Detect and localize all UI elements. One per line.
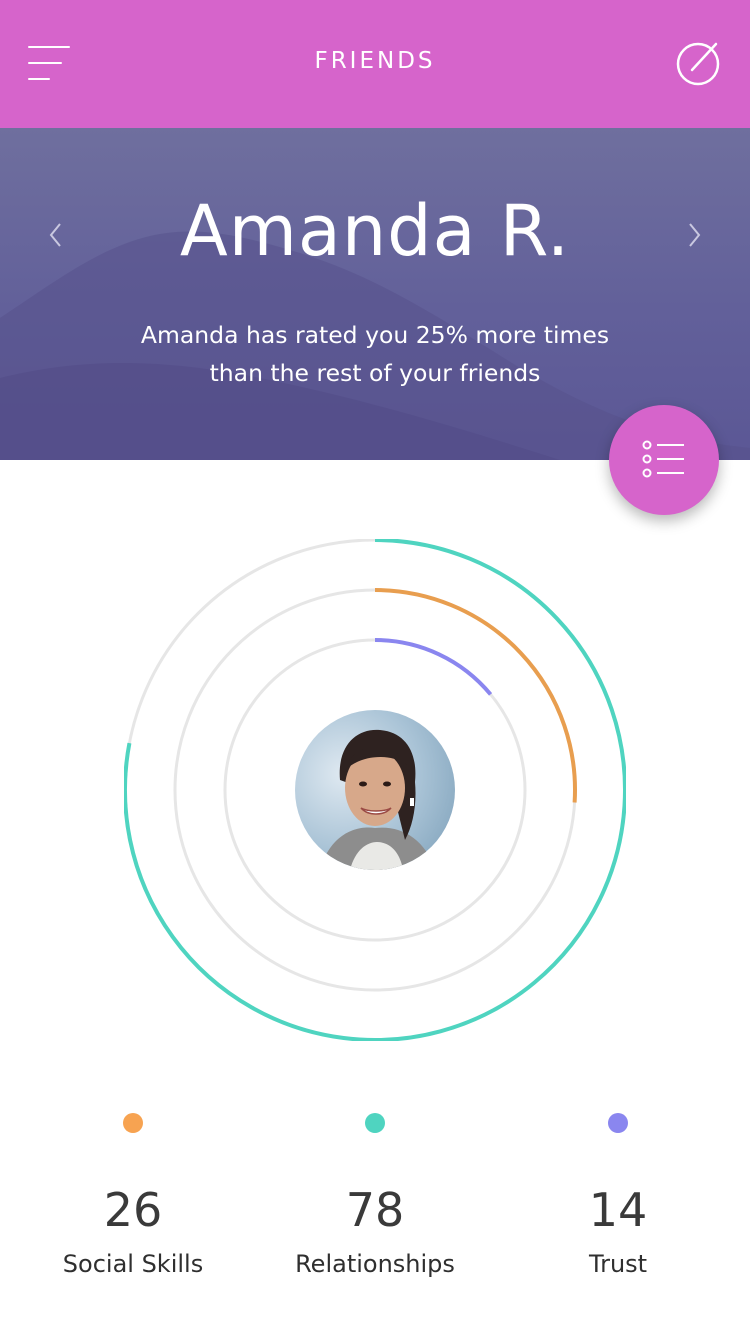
trust-label: Trust — [588, 1250, 648, 1278]
relationships-value: 78 — [345, 1183, 405, 1237]
profile-description-line: than the rest of your friends — [209, 359, 541, 387]
legend-dot-social-skills — [123, 1113, 143, 1133]
legend-dot-trust — [608, 1113, 628, 1133]
social-skills-value: 26 — [103, 1183, 163, 1237]
social-skills-label: Social Skills — [62, 1250, 204, 1278]
profile-banner: Amanda R. Amanda has rated you 25% more … — [0, 128, 750, 460]
mountain-background-image — [0, 231, 750, 460]
profile-name: Amanda R. — [179, 190, 571, 272]
legend-dot-relationships — [365, 1113, 385, 1133]
compose-icon[interactable] — [674, 38, 722, 86]
list-icon — [642, 440, 684, 478]
relationships-label: Relationships — [295, 1250, 455, 1278]
profile-description-line: Amanda has rated you 25% more times — [140, 321, 610, 349]
page-title: FRIENDS — [314, 48, 436, 74]
avatar[interactable] — [295, 710, 455, 870]
profile-description: Amanda has rated you 25% more times than… — [100, 316, 650, 392]
ring-progress-trust — [374, 638, 493, 696]
trust-value: 14 — [588, 1183, 648, 1237]
list-view-button[interactable] — [609, 405, 719, 515]
top-bar: FRIENDS — [0, 0, 750, 128]
